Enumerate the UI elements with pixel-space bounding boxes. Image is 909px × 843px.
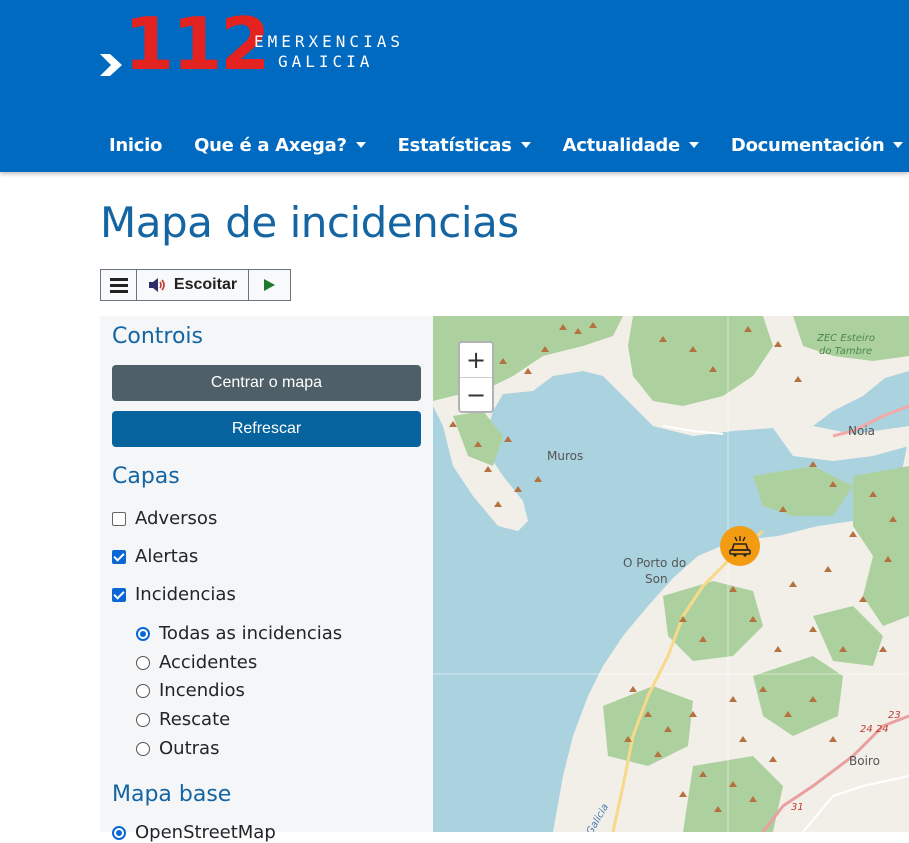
map-road-label: 24 24 (860, 724, 889, 735)
nav-item-estatisticas[interactable]: Estatísticas (398, 135, 531, 156)
layer-label: Incidencias (135, 584, 236, 605)
nav-item-actualidade[interactable]: Actualidade (563, 135, 699, 156)
layer-alertas[interactable]: Alertas (112, 546, 198, 567)
map-road-label: 31 (791, 802, 804, 813)
nav-item-label: Actualidade (562, 134, 681, 156)
basemap-radio[interactable] (112, 825, 126, 840)
refresh-button[interactable]: Refrescar (112, 411, 421, 447)
play-button[interactable] (249, 270, 290, 300)
basemap-heading: Mapa base (112, 782, 232, 807)
filter-radio[interactable] (136, 741, 150, 756)
logo-number: 112 (124, 2, 270, 86)
filter-radio[interactable] (136, 655, 150, 670)
map-label-zec-line2: do Tambre (819, 346, 873, 357)
layer-label: Alertas (135, 546, 199, 567)
nav-item-label: Inicio (109, 134, 163, 156)
zoom-control: + − (458, 341, 494, 413)
layer-adversos[interactable]: Adversos (112, 508, 217, 529)
chevron-right-icon (100, 54, 122, 76)
layer-checkbox[interactable] (112, 549, 126, 564)
map-label-porto: O Porto do (623, 556, 687, 570)
nav-item-label: Que é a Axega? (194, 134, 347, 156)
incident-marker[interactable] (720, 526, 760, 566)
car-accident-icon (729, 536, 751, 557)
controls-heading: Controis (112, 324, 203, 349)
map-tiles[interactable] (433, 316, 909, 832)
zoom-out-button[interactable]: − (460, 378, 492, 412)
basemap-label: OpenStreetMap (135, 822, 276, 843)
map-sidebar: Controis Centrar o mapa Refrescar Capas … (100, 316, 433, 843)
listen-label: Escoitar (173, 276, 238, 293)
nav-item-axega[interactable]: Que é a Axega? (194, 135, 366, 156)
filter-accidentes[interactable]: Accidentes (136, 652, 257, 673)
layer-incidencias[interactable]: Incidencias (112, 584, 236, 605)
speaker-icon (148, 278, 165, 292)
nav-item-inicio[interactable]: Inicio (109, 135, 162, 156)
layer-checkbox[interactable] (112, 511, 126, 526)
nav-item-documentacion[interactable]: Documentación (730, 134, 904, 156)
filter-radio[interactable] (136, 626, 150, 641)
caret-down-icon (688, 142, 699, 148)
filter-rescate[interactable]: Rescate (136, 709, 230, 730)
filter-radio[interactable] (136, 712, 150, 727)
filter-outras[interactable]: Outras (136, 738, 219, 759)
map-label-zec: ZEC Esteiro (817, 333, 875, 344)
map-label-boiro: Boiro (849, 754, 880, 768)
map-label-muros: Muros (547, 449, 584, 463)
play-icon (264, 279, 275, 291)
caret-down-icon (355, 142, 366, 148)
map-canvas[interactable]: ZEC Esteiro do Tambre Noia Muros O Porto… (433, 316, 909, 832)
map-road-label: 23 (888, 710, 901, 721)
main-nav: Inicio Que é a Axega? Estatísticas Actua… (109, 132, 909, 158)
page-title: Mapa de incidencias (100, 198, 519, 247)
caret-down-icon (893, 142, 904, 148)
filter-label: Outras (159, 738, 220, 759)
readspeaker-toolbar: Escoitar (100, 269, 291, 301)
zoom-in-button[interactable]: + (460, 343, 492, 378)
nav-item-label: Documentación (730, 134, 885, 156)
filter-label: Accidentes (159, 652, 258, 673)
layer-checkbox[interactable] (112, 587, 126, 602)
filter-radio[interactable] (136, 683, 150, 698)
site-logo[interactable]: 112 EMERXENCIAS GALICIA (98, 8, 428, 92)
logo-text-line1: EMERXENCIAS (254, 32, 404, 51)
menu-icon[interactable] (101, 270, 137, 300)
caret-down-icon (520, 142, 531, 148)
layer-label: Adversos (135, 508, 218, 529)
center-map-button[interactable]: Centrar o mapa (112, 365, 421, 401)
logo-text-line2: GALICIA (278, 52, 374, 71)
listen-button[interactable]: Escoitar (137, 270, 249, 300)
filter-todas[interactable]: Todas as incidencias (136, 623, 342, 644)
filter-label: Incendios (159, 680, 245, 701)
nav-item-label: Estatísticas (397, 134, 512, 156)
filter-incendios[interactable]: Incendios (136, 680, 245, 701)
filter-label: Rescate (159, 709, 231, 730)
site-header: 112 EMERXENCIAS GALICIA Inicio Que é a A… (0, 0, 909, 172)
basemap-osm[interactable]: OpenStreetMap (112, 822, 276, 843)
map-label-noia: Noia (848, 424, 876, 438)
map-label-porto-line2: Son (645, 572, 668, 586)
layers-heading: Capas (112, 464, 180, 489)
filter-label: Todas as incidencias (159, 623, 343, 644)
